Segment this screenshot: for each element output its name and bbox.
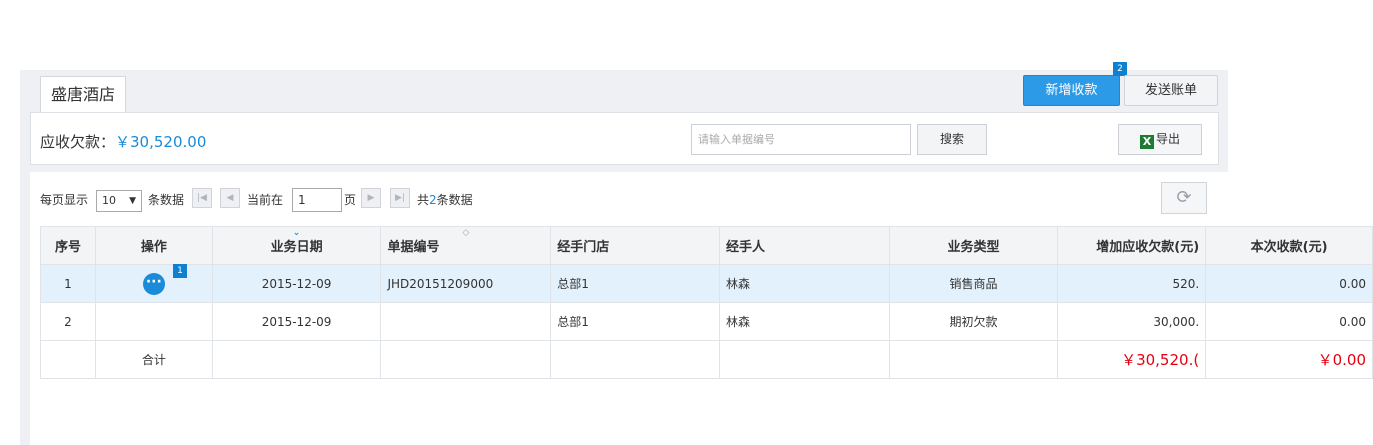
total-received: ￥0.00 — [1205, 340, 1373, 379]
table-row[interactable]: 1 ··· 2015-12-09 JHD20151209000 总部1 林森 销… — [40, 264, 1373, 303]
sort-desc-icon: ⌄ — [292, 228, 301, 238]
total-records: 共2条数据 — [417, 187, 473, 213]
total-count: 2 — [429, 193, 437, 207]
excel-icon: X — [1139, 135, 1154, 149]
cell-empty — [380, 340, 552, 379]
col-header-received[interactable]: 本次收款(元) — [1205, 226, 1373, 265]
col-header-increase[interactable]: 增加应收欠款(元) — [1057, 226, 1207, 265]
cell-action: ··· — [94, 264, 213, 303]
per-page-suffix: 条数据 — [148, 193, 185, 207]
table-header-row: 序号 操作 ⌄ 业务日期 ◇ 单据编号 经手门店 经手人 业务类型 增加应收欠款(元… — [40, 226, 1373, 265]
cell-store: 总部1 — [550, 264, 720, 303]
page-suffix: 页 — [344, 193, 357, 207]
current-page-prefix: 当前在 — [247, 193, 284, 207]
total-label: 合计 — [94, 340, 213, 379]
total-increase: ￥30,520.( — [1057, 340, 1207, 379]
cell-date: 2015-12-09 — [211, 302, 382, 341]
search-input[interactable]: 请输入单据编号 — [691, 124, 911, 155]
next-page-icon[interactable]: ▶ — [361, 188, 381, 208]
summary-toolbar: 应收欠款：￥30,520.00 请输入单据编号 搜索 X 导出 — [30, 112, 1219, 165]
cell-empty — [888, 340, 1059, 379]
col-header-date[interactable]: ⌄ 业务日期 — [211, 226, 382, 265]
receivables-table: 序号 操作 ⌄ 业务日期 ◇ 单据编号 经手门店 经手人 业务类型 增加应收欠款(元… — [40, 226, 1373, 379]
col-header-action: 操作 — [94, 226, 213, 265]
table-total-row: 合计 ￥30,520.( ￥0.00 — [40, 340, 1373, 379]
cell-type: 期初欠款 — [888, 302, 1059, 341]
per-page-prefix: 每页显示 — [40, 193, 89, 207]
col-header-date-label: 业务日期 — [270, 240, 323, 255]
per-page-value: 10 — [102, 194, 116, 207]
cell-doc-no: JHD20151209000 — [380, 264, 552, 303]
col-header-store[interactable]: 经手门店 — [550, 226, 720, 265]
send-bill-button[interactable]: 发送账单 — [1124, 75, 1218, 106]
cell-no: 2 — [40, 302, 96, 341]
new-payment-button[interactable]: 新增收款 — [1023, 75, 1120, 106]
more-actions-icon[interactable]: ··· — [142, 272, 165, 295]
last-page-icon[interactable]: ▶| — [390, 188, 410, 208]
table-row[interactable]: 2 2015-12-09 总部1 林森 期初欠款 30,000. 0.00 — [40, 302, 1373, 341]
col-header-doc-no-label: 单据编号 — [387, 240, 440, 255]
col-header-handler[interactable]: 经手人 — [718, 226, 890, 265]
cell-empty — [211, 340, 382, 379]
cell-type: 销售商品 — [888, 264, 1059, 303]
prev-page-icon[interactable]: ◀ — [220, 188, 240, 208]
cell-doc-no — [380, 302, 552, 341]
cell-empty — [550, 340, 720, 379]
refresh-icon[interactable]: ⟳ — [1161, 182, 1207, 214]
cell-received: 0.00 — [1205, 264, 1373, 303]
receivable-amount: ￥30,520.00 — [115, 133, 207, 151]
page-number-input[interactable]: 1 — [292, 188, 342, 212]
chevron-down-icon: ▼ — [129, 196, 136, 206]
cell-received: 0.00 — [1205, 302, 1373, 341]
col-header-doc-no[interactable]: ◇ 单据编号 — [380, 226, 552, 265]
sort-icon: ◇ — [462, 228, 470, 238]
tab-store[interactable]: 盛唐酒店 — [40, 76, 127, 112]
col-header-no[interactable]: 序号 — [40, 226, 96, 265]
receivable-summary: 应收欠款：￥30,520.00 — [40, 131, 206, 152]
step-badge: 1 — [173, 264, 187, 278]
cell-handler: 林森 — [718, 264, 890, 303]
per-page-select[interactable]: 10 ▼ — [96, 190, 142, 212]
total-prefix: 共 — [417, 193, 430, 207]
export-button[interactable]: X 导出 — [1118, 124, 1202, 155]
cell-store: 总部1 — [550, 302, 720, 341]
cell-increase: 520. — [1057, 264, 1207, 303]
step-badge: 2 — [1113, 62, 1127, 76]
total-suffix: 条数据 — [436, 193, 473, 207]
cell-empty — [718, 340, 890, 379]
cell-date: 2015-12-09 — [211, 264, 382, 303]
cell-handler: 林森 — [718, 302, 890, 341]
receivable-label: 应收欠款： — [40, 133, 116, 151]
cell-increase: 30,000. — [1057, 302, 1207, 341]
tab-strip: 盛唐酒店 新增收款 2 发送账单 — [30, 62, 1228, 112]
export-label: 导出 — [1155, 132, 1180, 146]
cell-empty — [40, 340, 96, 379]
cell-no: 1 — [40, 264, 96, 303]
col-header-type[interactable]: 业务类型 — [888, 226, 1059, 265]
first-page-icon[interactable]: |◀ — [192, 188, 212, 208]
search-button[interactable]: 搜索 — [917, 124, 987, 155]
cell-action — [94, 302, 213, 341]
